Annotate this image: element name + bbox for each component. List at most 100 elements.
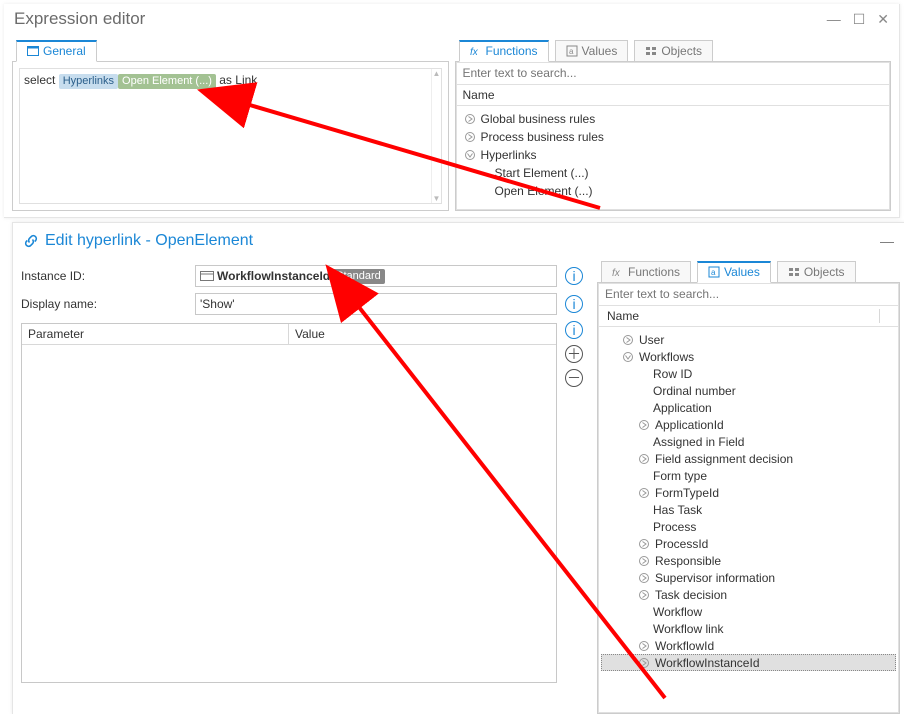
info-icon[interactable]: i xyxy=(565,321,583,339)
tree-item-task-decision[interactable]: Task decision xyxy=(601,586,896,603)
tab-values[interactable]: a Values xyxy=(555,40,629,62)
tab-functions[interactable]: fx Functions xyxy=(459,40,549,62)
values-search-box[interactable] xyxy=(598,283,899,305)
display-name-field[interactable]: 'Show' xyxy=(195,293,557,315)
tab-objects[interactable]: Objects xyxy=(777,261,856,283)
info-icon[interactable]: i xyxy=(565,267,583,285)
arrow-down-icon xyxy=(621,350,635,364)
tree-item-global-business-rules[interactable]: Global business rules xyxy=(459,110,888,128)
arrow-right-icon xyxy=(637,656,651,670)
arrow-right-icon xyxy=(621,333,635,347)
hyperlinks-chip[interactable]: Hyperlinks xyxy=(59,74,118,89)
info-icon[interactable]: i xyxy=(565,295,583,313)
tree-item-process-business-rules[interactable]: Process business rules xyxy=(459,128,888,146)
edit-hyperlink-right-panel: fx Functions a Values Objects Name xyxy=(597,259,900,714)
expression-editor-left-panel: General select HyperlinksOpen Element (.… xyxy=(12,38,449,211)
window-title: Expression editor xyxy=(14,9,145,29)
remove-row-button[interactable]: － xyxy=(565,369,583,387)
edit-hyperlink-window: Edit hyperlink - OpenElement — Instance … xyxy=(12,222,904,714)
functions-search-input[interactable] xyxy=(463,66,884,80)
field-icon xyxy=(200,270,214,282)
tree-item-form-type-id[interactable]: FormTypeId xyxy=(601,484,896,501)
maximize-button[interactable]: ☐ xyxy=(853,11,866,28)
add-row-button[interactable]: ＋ xyxy=(565,345,583,363)
tab-general[interactable]: General xyxy=(16,40,97,62)
tab-objects-label: Objects xyxy=(661,44,702,58)
tree-item-workflow-id[interactable]: WorkflowId xyxy=(601,637,896,654)
values-search-input[interactable] xyxy=(605,287,892,301)
expression-editor-right-panel: fx Functions a Values Objects Name xyxy=(455,38,892,211)
arrow-right-icon xyxy=(637,418,651,432)
tree-item-supervisor[interactable]: Supervisor information xyxy=(601,569,896,586)
instance-id-field[interactable]: WorkflowInstanceId Standard xyxy=(195,265,557,287)
tab-objects[interactable]: Objects xyxy=(634,40,713,62)
values-tree[interactable]: User Workflows Row ID Ordinal number App… xyxy=(598,327,899,713)
expression-editor-window: Expression editor — ☐ ✕ General select H… xyxy=(4,4,900,218)
instance-id-badge: Standard xyxy=(332,269,385,284)
tree-item-application-id[interactable]: ApplicationId xyxy=(601,416,896,433)
svg-text:fx: fx xyxy=(470,47,479,57)
tree-item-workflows[interactable]: Workflows xyxy=(601,348,896,365)
tree-item-form-type[interactable]: Form type xyxy=(601,467,896,484)
param-col-header: Parameter xyxy=(22,324,289,345)
edit-hyperlink-titlebar: Edit hyperlink - OpenElement — xyxy=(13,223,904,259)
code-scrollbar[interactable]: ▲▼ xyxy=(431,69,441,203)
window-controls: — ☐ ✕ xyxy=(827,11,889,28)
code-suffix: as Link xyxy=(216,73,257,87)
edit-hyperlink-form: Instance ID: WorkflowInstanceId Standard… xyxy=(19,259,589,714)
tab-values-label: Values xyxy=(582,44,618,58)
close-button[interactable]: ✕ xyxy=(877,11,889,28)
general-tab-icon xyxy=(27,45,39,57)
tree-item-start-element[interactable]: Start Element (...) xyxy=(459,164,888,182)
chain-link-icon xyxy=(23,233,39,249)
svg-text:a: a xyxy=(711,268,716,277)
left-tabs: General xyxy=(12,38,449,62)
minimize-button[interactable]: — xyxy=(880,233,894,249)
tab-general-label: General xyxy=(43,44,86,58)
tree-item-assigned[interactable]: Assigned in Field xyxy=(601,433,896,450)
parameter-table[interactable]: Parameter Value xyxy=(21,323,557,683)
tree-item-process[interactable]: Process xyxy=(601,518,896,535)
tree-item-workflow-link[interactable]: Workflow link xyxy=(601,620,896,637)
tree-item-responsible[interactable]: Responsible xyxy=(601,552,896,569)
functions-search-box[interactable] xyxy=(456,62,891,84)
tree-item-has-task[interactable]: Has Task xyxy=(601,501,896,518)
expression-code-box[interactable]: select HyperlinksOpen Element (...) as L… xyxy=(19,68,442,204)
instance-id-text: WorkflowInstanceId xyxy=(217,269,330,283)
tree-item-workflow[interactable]: Workflow xyxy=(601,603,896,620)
minimize-button[interactable]: — xyxy=(827,11,841,28)
expression-editor-titlebar: Expression editor — ☐ ✕ xyxy=(4,4,899,34)
tree-item-hyperlinks[interactable]: Hyperlinks xyxy=(459,146,888,164)
tree-item-fad[interactable]: Field assignment decision xyxy=(601,450,896,467)
arrow-right-icon xyxy=(637,486,651,500)
code-prefix: select xyxy=(24,73,59,87)
arrow-right-icon xyxy=(637,571,651,585)
arrow-right-icon xyxy=(637,452,651,466)
values-icon: a xyxy=(566,45,578,57)
right-tabs: fx Functions a Values Objects xyxy=(455,38,892,62)
tab-values[interactable]: a Values xyxy=(697,261,771,283)
edit-hyperlink-title: Edit hyperlink - OpenElement xyxy=(45,232,253,250)
tree-item-process-id[interactable]: ProcessId xyxy=(601,535,896,552)
tree-item-application[interactable]: Application xyxy=(601,399,896,416)
fx-icon: fx xyxy=(470,45,482,57)
values-list-header: Name xyxy=(599,309,880,323)
display-name-label: Display name: xyxy=(21,297,191,311)
arrow-right-icon xyxy=(637,639,651,653)
tree-item-workflow-instance-id[interactable]: WorkflowInstanceId xyxy=(601,654,896,671)
open-element-chip[interactable]: Open Element (...) xyxy=(118,74,216,89)
functions-tree[interactable]: Global business rules Process business r… xyxy=(456,106,891,210)
window-controls: — xyxy=(880,233,894,249)
tree-item-ordinal[interactable]: Ordinal number xyxy=(601,382,896,399)
arrow-down-icon xyxy=(463,148,477,162)
tree-item-user[interactable]: User xyxy=(601,331,896,348)
svg-text:a: a xyxy=(569,47,574,56)
tree-item-row-id[interactable]: Row ID xyxy=(601,365,896,382)
fx-icon: fx xyxy=(612,266,624,278)
display-name-value: 'Show' xyxy=(200,297,235,311)
arrow-right-icon xyxy=(463,130,477,144)
svg-text:fx: fx xyxy=(612,268,621,278)
tab-functions[interactable]: fx Functions xyxy=(601,261,691,283)
tree-item-open-element[interactable]: Open Element (...) xyxy=(459,182,888,200)
arrow-right-icon xyxy=(637,537,651,551)
